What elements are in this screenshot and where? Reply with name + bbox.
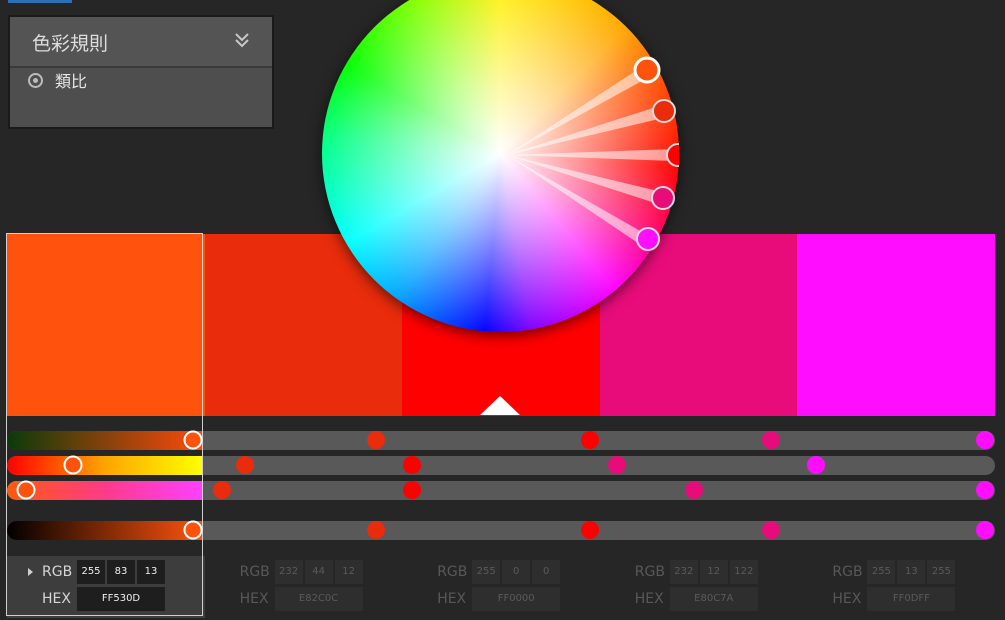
wheel-handle-4 bbox=[651, 186, 675, 210]
rgb-g-field[interactable]: 83 bbox=[107, 560, 135, 584]
rgb-r-field[interactable]: 255 bbox=[867, 560, 896, 584]
color-rule-dropdown[interactable]: 色彩規則 bbox=[10, 17, 272, 68]
rgb-b-field[interactable]: 12 bbox=[334, 560, 363, 584]
slider-handle-3[interactable] bbox=[16, 480, 36, 500]
rgb-b-field[interactable]: 122 bbox=[729, 560, 758, 584]
slider-gradient-1 bbox=[7, 431, 203, 450]
slider-dot[interactable] bbox=[403, 481, 421, 499]
hex-field[interactable]: FF0000 bbox=[472, 587, 561, 611]
slider-dot[interactable] bbox=[213, 481, 231, 499]
slider-dot[interactable] bbox=[685, 481, 703, 499]
rgb-label: RGB bbox=[832, 564, 863, 580]
slider-dot[interactable] bbox=[608, 456, 626, 474]
color-values-2: RGB 232 44 12 HEX E82C0C bbox=[205, 556, 403, 618]
slider-dot[interactable] bbox=[403, 456, 421, 474]
rgb-b-field[interactable]: 0 bbox=[532, 560, 561, 584]
color-values-panel: RGB 255 83 13 HEX FF530D RGB 232 44 12 H… bbox=[7, 556, 995, 618]
slider-dot[interactable] bbox=[976, 521, 994, 539]
hex-label: HEX bbox=[437, 591, 467, 607]
wheel-handle-3 bbox=[666, 143, 679, 167]
slider-gradient-4 bbox=[7, 521, 203, 540]
color-values-4: RGB 232 12 122 HEX E80C7A bbox=[600, 556, 798, 618]
rule-option-analogous[interactable] bbox=[10, 68, 272, 127]
slider-dot[interactable] bbox=[762, 431, 780, 449]
base-color-marker-icon bbox=[480, 396, 520, 415]
slider-dot[interactable] bbox=[581, 431, 599, 449]
swatch-5[interactable] bbox=[797, 234, 995, 416]
rgb-g-field[interactable]: 0 bbox=[502, 560, 531, 584]
hex-field[interactable]: E82C0C bbox=[274, 587, 363, 611]
wheel-spokes bbox=[507, 56, 679, 251]
hex-field[interactable]: FF530D bbox=[77, 587, 165, 611]
rgb-r-field[interactable]: 255 bbox=[77, 560, 105, 584]
slider-handle-1[interactable] bbox=[183, 430, 203, 450]
double-chevron-down-icon[interactable] bbox=[232, 29, 252, 51]
slider-dot[interactable] bbox=[236, 456, 254, 474]
slider-dot[interactable] bbox=[367, 431, 385, 449]
color-values-3: RGB 255 0 0 HEX FF0000 bbox=[402, 556, 600, 618]
color-values-1: RGB 255 83 13 HEX FF530D bbox=[7, 556, 205, 618]
rgb-r-field[interactable]: 255 bbox=[472, 560, 501, 584]
color-wheel[interactable] bbox=[322, 0, 679, 332]
slider-dot[interactable] bbox=[976, 481, 994, 499]
rgb-g-field[interactable]: 13 bbox=[897, 560, 926, 584]
slider-dot[interactable] bbox=[976, 431, 994, 449]
hex-field[interactable]: FF0DFF bbox=[867, 587, 956, 611]
slider-handle-2[interactable] bbox=[63, 455, 83, 475]
rgb-r-field[interactable]: 232 bbox=[669, 560, 698, 584]
hex-field[interactable]: E80C7A bbox=[669, 587, 758, 611]
slider-gradient-3 bbox=[7, 481, 203, 500]
rgb-g-field[interactable]: 44 bbox=[304, 560, 333, 584]
wheel-handle-2 bbox=[652, 99, 676, 123]
hex-label: HEX bbox=[832, 591, 862, 607]
hex-label: HEX bbox=[634, 591, 664, 607]
rgb-b-field[interactable]: 255 bbox=[927, 560, 956, 584]
color-rule-title: 色彩規則 bbox=[32, 33, 109, 55]
slider-dot[interactable] bbox=[762, 521, 780, 539]
wheel-handle-5 bbox=[636, 227, 660, 251]
color-values-5: RGB 255 13 255 HEX FF0DFF bbox=[797, 556, 995, 618]
radio-selected-icon[interactable] bbox=[28, 73, 43, 88]
hex-label: HEX bbox=[239, 591, 269, 607]
wheel-handle-1 bbox=[633, 56, 661, 84]
triangle-right-icon[interactable] bbox=[28, 568, 33, 576]
rgb-label: RGB bbox=[239, 564, 270, 580]
slider-gradient-2 bbox=[7, 456, 203, 475]
color-rule-panel: 色彩規則 bbox=[10, 17, 272, 127]
rgb-b-field[interactable]: 13 bbox=[137, 560, 165, 584]
rgb-label: RGB bbox=[437, 564, 468, 580]
rgb-r-field[interactable]: 232 bbox=[274, 560, 303, 584]
rule-option-label: 類比 bbox=[55, 72, 88, 91]
rgb-g-field[interactable]: 12 bbox=[699, 560, 728, 584]
swatch-1[interactable] bbox=[7, 234, 205, 416]
rgb-label: RGB bbox=[42, 564, 73, 580]
slider-handle-4[interactable] bbox=[183, 520, 203, 540]
slider-dot[interactable] bbox=[807, 456, 825, 474]
rgb-label: RGB bbox=[634, 564, 665, 580]
hex-label: HEX bbox=[42, 591, 71, 607]
slider-dot[interactable] bbox=[581, 521, 599, 539]
slider-dot[interactable] bbox=[367, 521, 385, 539]
top-accent-bar bbox=[8, 0, 72, 3]
